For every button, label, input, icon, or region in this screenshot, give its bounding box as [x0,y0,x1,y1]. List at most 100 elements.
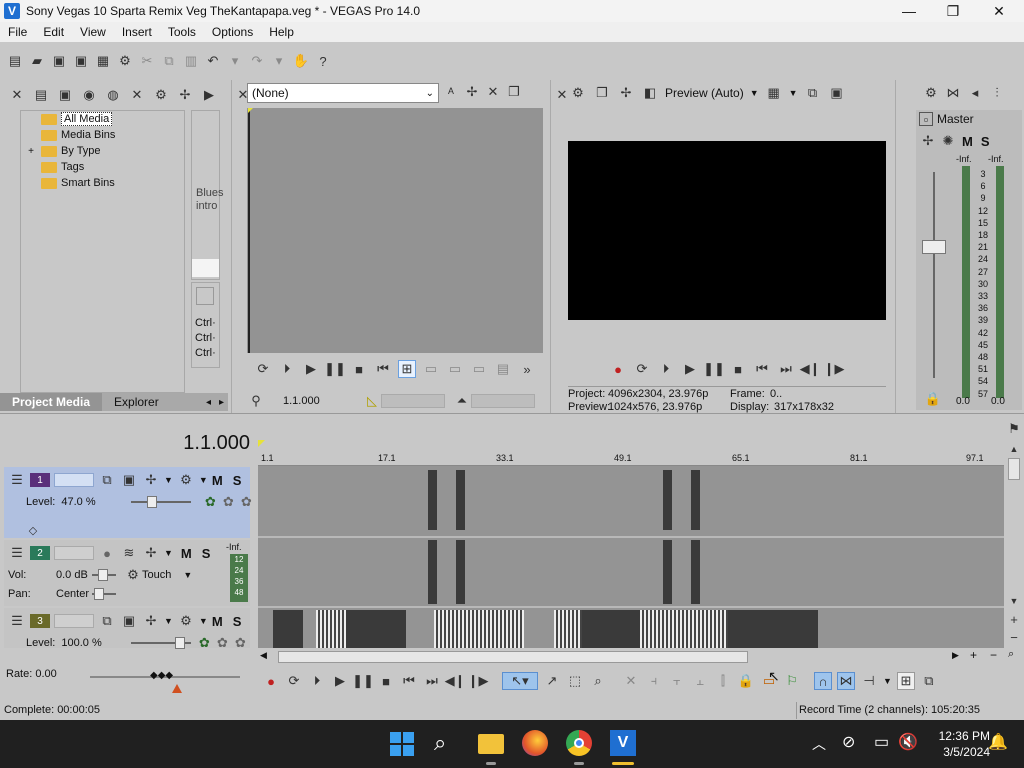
timeline-vertical-scrollbar[interactable]: ⚑ ▲ ▼ + − [1006,420,1022,648]
trim-start-icon[interactable]: ⫟ [668,672,686,690]
marker-flag-icon[interactable]: ⚑ [1005,420,1023,438]
previous-frame-icon[interactable]: ◀❙ [445,672,466,690]
previous-frame-icon[interactable]: ◀❙ [800,360,821,378]
paste-icon[interactable]: ▥ [182,52,200,70]
dim-output-icon[interactable]: ◂ [966,84,984,102]
tab-project-media[interactable]: Project Media [0,393,103,411]
ignore-event-grouping-icon[interactable]: ⧉ [920,672,938,690]
next-frame-icon[interactable]: ❙▶ [468,672,489,690]
track-properties-gear-icon[interactable]: ⚙ [177,471,195,489]
pause-icon[interactable]: ❚❚ [703,360,725,378]
windows-start-icon[interactable] [390,732,414,756]
scroll-up-icon[interactable]: ▲ [1005,440,1023,458]
master-insert-fx-icon[interactable]: ✺ [939,132,957,150]
tab-scroll-left-icon[interactable]: ◂ [202,397,215,408]
track-solo-button[interactable]: S [202,546,211,561]
track3-clip[interactable] [728,610,818,648]
go-to-start-icon[interactable]: ⏮ [400,672,418,690]
zoom-in-track-icon[interactable]: + [1005,610,1023,628]
go-to-start-icon[interactable]: ⏮ [753,360,771,378]
lock-envelopes-to-events-icon[interactable]: ⊞ [896,672,915,690]
master-mute-button[interactable]: M [959,134,976,149]
web-media-icon[interactable]: ◍ [104,86,122,104]
track-fx-icon[interactable]: ✢ [142,544,160,562]
stop-icon[interactable]: ■ [377,672,395,690]
import-media-icon[interactable]: ▤ [32,86,50,104]
next-frame-icon[interactable]: ❙▶ [824,360,845,378]
render-icon[interactable]: ▦ [94,52,112,70]
track-pan-slider[interactable] [92,588,116,600]
scroll-right-icon[interactable]: ▶ [952,650,959,661]
in-point-icon[interactable]: ◺ [363,392,381,410]
clock[interactable]: 12:36 PM 3/5/2024 [920,728,990,760]
search-icon[interactable]: ⌕ [434,730,446,756]
scroll-left-icon[interactable]: ◀ [260,650,267,661]
add-to-timeline-icon[interactable]: ⊞ [398,360,416,378]
save-as-icon[interactable]: ▣ [72,52,90,70]
timeline-horizontal-scrollbar[interactable]: ◀ ▶ + − ⌕ [258,648,1024,664]
pin-icon[interactable]: ⚲ [247,392,265,410]
track-name-field[interactable] [54,614,94,628]
get-media-icon[interactable]: ◉ [80,86,98,104]
loop-icon[interactable]: ⟳ [285,672,303,690]
trimmer-options-icon[interactable]: ▤ [494,360,512,378]
zoom-out-track-icon[interactable]: − [1005,628,1023,646]
close-button[interactable]: ✕ [976,0,1022,22]
composite-child-icon[interactable]: ✿ [219,493,237,511]
tree-item-tags[interactable]: Tags [21,159,184,175]
chrome-icon[interactable] [566,730,592,756]
track3-clip[interactable] [554,610,582,648]
track3-clip[interactable] [640,610,728,648]
undo-icon[interactable]: ↶ [204,52,222,70]
track-mute-button[interactable]: M [181,546,192,561]
audio-clip[interactable] [691,540,700,604]
record-icon[interactable]: ● [262,672,280,690]
fill-selection-icon[interactable]: ▭ [470,360,488,378]
more-icon[interactable]: » [518,360,536,378]
track3-clip[interactable] [273,610,303,648]
lock-envelopes-icon[interactable]: ⫶ [988,84,1006,102]
lock-icon[interactable]: 🔒 [924,390,942,408]
record-icon[interactable]: ● [609,360,627,378]
play-from-start-icon[interactable]: ⏵ [278,360,296,378]
save-icon[interactable]: ▣ [50,52,68,70]
copy-icon[interactable]: ⧉ [160,52,178,70]
open-folder-icon[interactable]: ▰ [28,52,46,70]
menu-file[interactable]: File [0,25,35,39]
overlays-grid-icon[interactable]: ▦ [765,84,783,102]
copy-snapshot-icon[interactable]: ⧉ [804,84,822,102]
rate-slider-handle[interactable]: ◆◆◆ [150,670,173,681]
automation-mode-select[interactable]: Touch [142,569,171,581]
master-fx-icon[interactable]: ✢ [919,132,937,150]
trim-icon[interactable]: ⫞ [645,672,663,690]
zoom-tool-icon[interactable]: ⌕ [1008,648,1014,661]
video-clip[interactable] [428,470,437,530]
track-solo-button[interactable]: S [233,473,242,488]
show-hidden-icons-icon[interactable]: ︿ [812,734,826,754]
volume-icon[interactable]: 🔇 [898,732,918,752]
menu-insert[interactable]: Insert [114,25,160,39]
track-properties-gear-icon[interactable]: ⚙ [177,612,195,630]
track3-clip[interactable] [582,610,640,648]
play-icon[interactable]: ▶ [331,672,349,690]
menu-options[interactable]: Options [204,25,261,39]
save-snapshot-icon[interactable]: ▣ [828,84,846,102]
network-icon[interactable]: ⊘ [842,732,855,752]
auto-crossfade-icon[interactable]: ⋈ [837,672,855,690]
panel-close-icon[interactable]: ✕ [8,86,26,104]
tree-item-smart-bins[interactable]: Smart Bins [21,175,184,191]
track-mute-button[interactable]: M [212,473,223,488]
menu-view[interactable]: View [72,25,114,39]
invert-phase-icon[interactable]: ≋ [120,544,138,562]
track-mute-button[interactable]: M [212,614,223,629]
video-clip[interactable] [663,470,672,530]
timeline-tracks[interactable] [258,466,1004,648]
make-compositing-child-icon[interactable]: ✿ [237,493,255,511]
stop-icon[interactable]: ■ [350,360,368,378]
remove-media-icon[interactable]: ✕ [128,86,146,104]
whats-this-help-icon[interactable]: ? [314,52,332,70]
arm-record-icon[interactable]: ● [98,544,116,562]
media-properties-icon[interactable]: ⚙ [152,86,170,104]
firefox-icon[interactable] [522,730,548,756]
redo-dropdown-icon[interactable]: ▾ [270,52,288,70]
